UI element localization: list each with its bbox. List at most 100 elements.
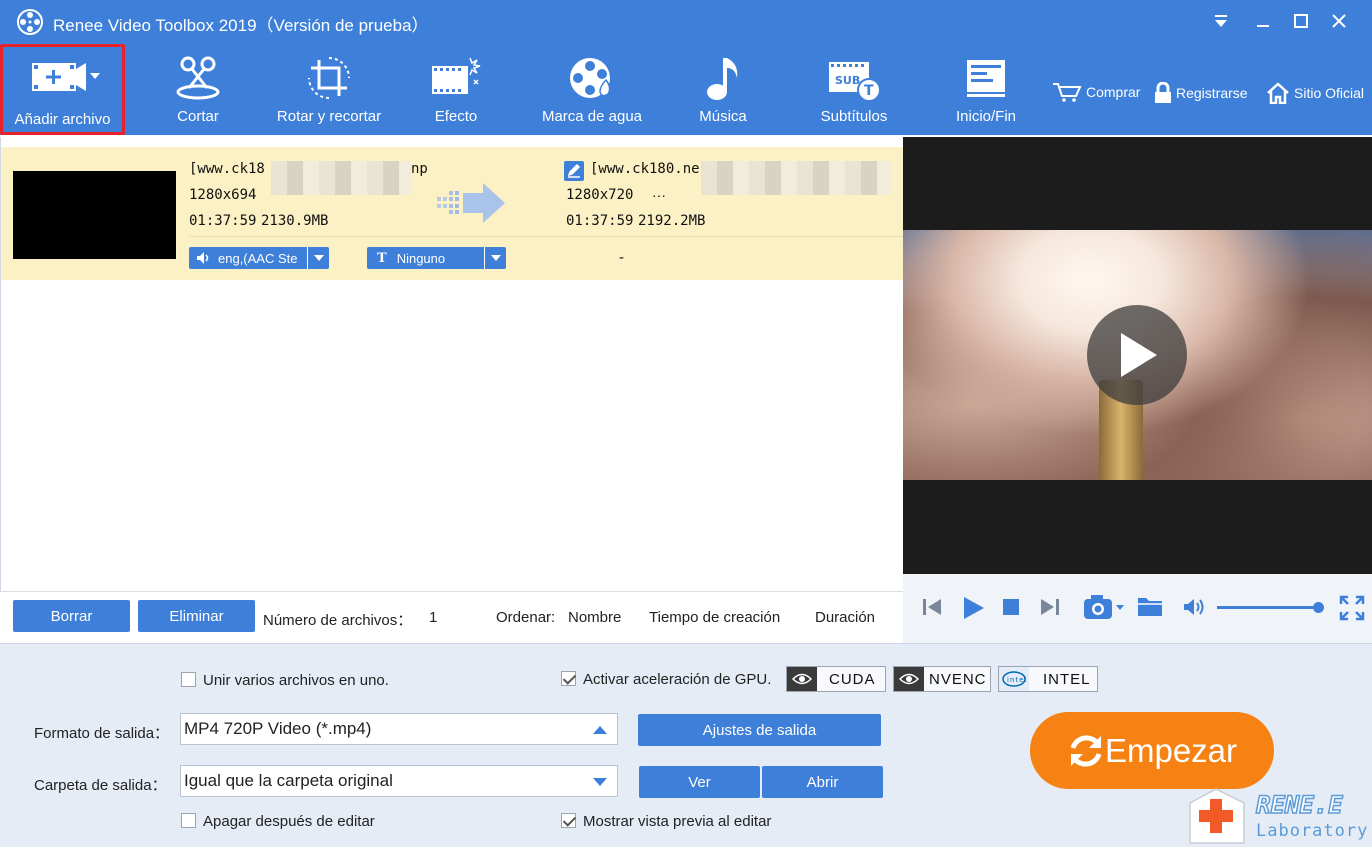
file-row[interactable]: [www.ck18 np 1280x694 01:37:59 2130.9MB …	[1, 147, 904, 280]
menu-dropdown-icon	[1215, 15, 1227, 27]
official-site-link[interactable]: Sitio Oficial	[1266, 82, 1364, 104]
gpu-acceleration-checkbox[interactable]	[561, 671, 576, 686]
rotate-crop-button[interactable]: Rotar y recortar	[266, 44, 392, 135]
nvenc-label: NVENC	[929, 670, 987, 688]
start-label: Empezar	[1104, 731, 1238, 769]
close-icon	[1332, 14, 1346, 28]
audio-track-value: eng,(AAC Ste	[218, 250, 298, 266]
add-file-button[interactable]: Añadir archivo	[0, 44, 125, 135]
watermark-button[interactable]: Marca de agua	[532, 44, 652, 135]
edit-output-button[interactable]	[564, 161, 584, 181]
home-icon	[1267, 82, 1289, 104]
previous-icon[interactable]	[921, 596, 943, 618]
file-count-label: Número de archivos：	[263, 612, 413, 629]
fullscreen-icon[interactable]	[1339, 595, 1365, 621]
cuda-option[interactable]: CUDA	[786, 666, 886, 692]
buy-link[interactable]: Comprar	[1052, 82, 1140, 102]
close-button[interactable]	[1322, 6, 1356, 36]
shutdown-after-label: Apagar después de editar	[203, 813, 375, 830]
open-folder-button[interactable]: Abrir	[762, 766, 883, 798]
volume-icon[interactable]	[1183, 598, 1207, 616]
title-bar: Renee Video Toolbox 2019（Versión de prue…	[0, 0, 1372, 44]
shutdown-after-checkbox[interactable]	[181, 813, 196, 828]
svg-text:intel: intel	[1007, 676, 1026, 684]
app-logo-icon	[17, 9, 43, 35]
music-note-icon	[707, 58, 738, 100]
volume-slider-handle[interactable]	[1313, 602, 1324, 613]
watermark-icon	[570, 58, 611, 98]
output-settings-button[interactable]: Ajustes de salida	[638, 714, 881, 746]
chevron-up-icon	[593, 726, 607, 734]
music-label: Música	[699, 108, 747, 125]
source-filename-start: [www.ck18	[189, 161, 265, 177]
cart-icon	[1053, 83, 1082, 102]
play-overlay-button[interactable]	[1087, 305, 1187, 405]
blurred-filename	[271, 161, 411, 195]
sort-by-duration[interactable]: Duración	[815, 609, 875, 626]
sort-label: Ordenar:	[496, 609, 556, 626]
start-button[interactable]: Empezar	[1030, 712, 1274, 789]
next-icon[interactable]	[1039, 596, 1061, 618]
effect-label: Efecto	[434, 108, 478, 125]
register-link[interactable]: Registrarse	[1154, 82, 1248, 104]
nvidia-icon	[787, 667, 817, 691]
nvidia-icon	[894, 667, 924, 691]
show-preview-checkbox[interactable]	[561, 813, 576, 828]
folder-icon[interactable]	[1137, 595, 1163, 617]
toolbar: Añadir archivo Cortar Rotar y recortar E…	[0, 44, 1372, 135]
source-resolution: 1280x694	[189, 187, 257, 203]
output-filename-start: [www.ck180.ne	[590, 161, 700, 177]
first-aid-logo-icon	[1189, 788, 1245, 844]
intel-label: INTEL	[1043, 670, 1091, 688]
audio-track-select[interactable]: eng,(AAC Ste	[189, 247, 329, 269]
menu-dropdown-button[interactable]	[1204, 6, 1238, 36]
nvenc-option[interactable]: NVENC	[893, 666, 991, 692]
add-file-label: Añadir archivo	[14, 111, 111, 128]
lock-icon	[1155, 82, 1171, 103]
merge-files-checkbox[interactable]	[181, 672, 196, 687]
output-folder-select[interactable]: Igual que la carpeta original	[180, 765, 618, 797]
source-filename-end: np	[411, 161, 428, 177]
volume-slider-track[interactable]	[1217, 606, 1319, 609]
subtitle-icon: SUB T	[829, 62, 881, 102]
cut-label: Cortar	[177, 108, 219, 125]
subtitle-output-value: -	[619, 249, 624, 266]
clear-button[interactable]: Borrar	[13, 600, 130, 632]
sort-by-created[interactable]: Tiempo de creación	[649, 609, 780, 626]
renee-watermark: RENE.E Laboratory	[1186, 785, 1372, 847]
stop-icon[interactable]	[1003, 599, 1019, 615]
output-more[interactable]: ···	[652, 187, 666, 203]
camera-icon[interactable]	[1083, 594, 1125, 620]
intel-option[interactable]: intel INTEL	[998, 666, 1098, 692]
start-end-button[interactable]: Inicio/Fin	[944, 44, 1028, 135]
music-button[interactable]: Música	[690, 44, 756, 135]
cut-button[interactable]: Cortar	[158, 44, 238, 135]
video-preview	[903, 137, 1372, 574]
subtitles-label: Subtítulos	[820, 108, 888, 125]
remove-button[interactable]: Eliminar	[138, 600, 255, 632]
output-format-select[interactable]: MP4 720P Video (*.mp4)	[180, 713, 618, 745]
play-icon[interactable]	[961, 596, 985, 620]
view-folder-button[interactable]: Ver	[639, 766, 760, 798]
start-end-icon	[967, 60, 1005, 97]
watermark-label: Marca de agua	[541, 108, 643, 125]
video-thumbnail[interactable]	[13, 171, 176, 259]
preview-frame	[903, 230, 1372, 480]
output-settings-panel: Unir varios archivos en uno. Activar ace…	[0, 643, 1372, 847]
maximize-icon	[1294, 14, 1308, 28]
show-preview-label: Mostrar vista previa al editar	[583, 813, 772, 830]
pencil-icon	[567, 163, 581, 178]
subtitles-button[interactable]: SUB T Subtítulos	[812, 44, 896, 135]
start-end-label: Inicio/Fin	[955, 108, 1017, 125]
official-site-label: Sitio Oficial	[1294, 85, 1365, 101]
blurred-output-filename	[701, 161, 891, 195]
add-video-icon	[32, 63, 100, 91]
window-title: Renee Video Toolbox 2019（Versión de prue…	[53, 16, 429, 35]
subtitle-value: Ninguno	[396, 250, 446, 266]
effect-button[interactable]: Efecto	[422, 44, 490, 135]
maximize-button[interactable]	[1284, 6, 1318, 36]
sort-by-name[interactable]: Nombre	[568, 609, 621, 626]
speaker-icon	[197, 252, 209, 264]
minimize-button[interactable]	[1246, 6, 1280, 36]
subtitle-select[interactable]: T Ninguno	[367, 247, 506, 269]
